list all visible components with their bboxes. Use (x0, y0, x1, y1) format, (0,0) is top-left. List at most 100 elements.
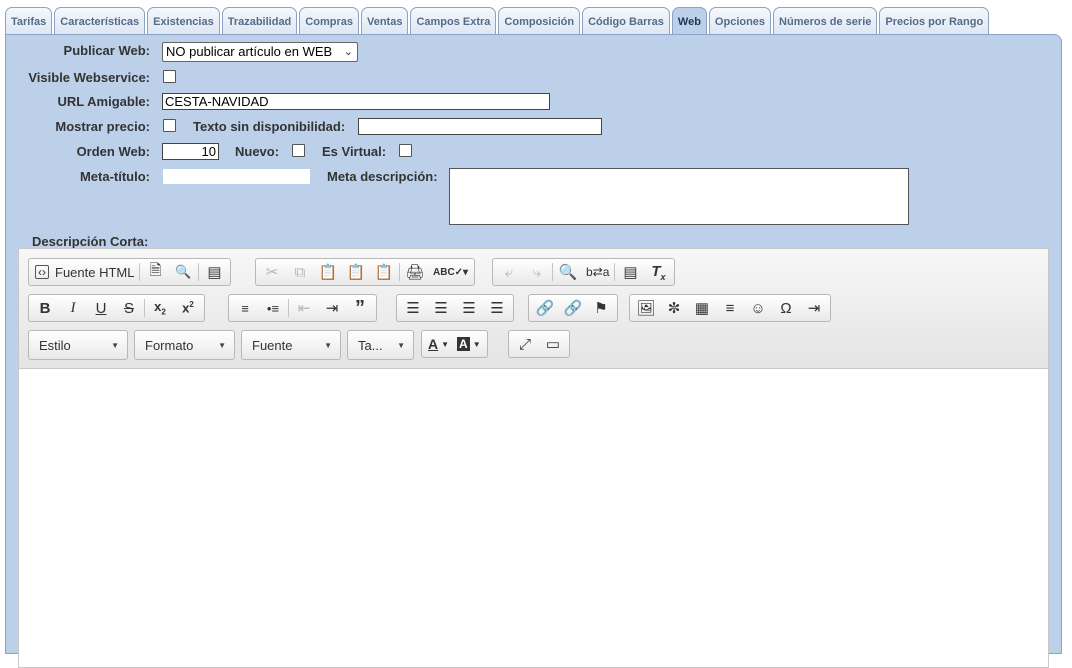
indent-button[interactable]: ⇥ (318, 296, 346, 320)
publicar-web-selected-value: NO publicar artículo en WEB (166, 44, 333, 59)
find-button[interactable]: 🔍 (554, 260, 582, 284)
italic-button[interactable]: I (59, 296, 87, 320)
visible-webservice-checkbox[interactable] (163, 70, 176, 83)
superscript-button[interactable]: x2 (174, 296, 202, 320)
select-all-button[interactable]: ▤ (616, 260, 644, 284)
link-button[interactable]: 🔗 (531, 296, 559, 320)
paste-button[interactable]: 📋 (314, 260, 342, 284)
page-break-button[interactable]: ⇥ (800, 296, 828, 320)
meta-descripcion-textarea[interactable] (449, 168, 909, 225)
outdent-button[interactable]: ⇤ (290, 296, 318, 320)
paste-text-icon: 📋 (346, 264, 366, 281)
dropdown-arrow-icon: ▼ (472, 339, 481, 349)
redo-button[interactable]: ⤷ (523, 260, 551, 284)
remove-format-icon: Tx (651, 262, 666, 282)
omega-icon: Ω (780, 299, 792, 317)
tab-compras[interactable]: Compras (299, 7, 359, 35)
visible-webservice-label: Visible Webservice: (28, 70, 150, 85)
subscript-button[interactable]: x2 (146, 296, 174, 320)
dropdown-arrow-icon: ▼ (324, 340, 332, 350)
remove-format-button[interactable]: Tx (644, 260, 672, 284)
edit-group: ⤶ ⤷ 🔍 b⇄a ▤ Tx (492, 258, 676, 286)
editor-content-area[interactable] (19, 370, 1048, 667)
image-button[interactable]: 🖼 (632, 296, 660, 320)
print-button[interactable]: 🖨 (401, 260, 429, 284)
paste-text-button[interactable]: 📋 (342, 260, 370, 284)
background-color-button[interactable]: A ▼ (453, 332, 485, 356)
unlink-button[interactable]: 🔗 (559, 296, 587, 320)
templates-button[interactable]: ▤ (200, 260, 228, 284)
tab-web[interactable]: Web (671, 7, 707, 36)
editor-toolbar: ‹› Fuente HTML 🗎 🔍 ▤ ✂ ⧉ 📋 📋 📋 🖨 ABC✓▾ ⤶… (19, 249, 1048, 369)
tab-existencias[interactable]: Existencias (147, 7, 220, 35)
tab-ventas[interactable]: Ventas (360, 7, 409, 35)
tab-código-barras[interactable]: Código Barras (582, 7, 670, 35)
underline-button[interactable]: U (87, 296, 115, 320)
redo-icon: ⤷ (532, 263, 542, 281)
style-combo[interactable]: Estilo ▼ (28, 330, 128, 360)
descripcion-corta-label: Descripción Corta: (32, 234, 149, 249)
tab-trazabilidad[interactable]: Trazabilidad (221, 7, 298, 35)
show-blocks-button[interactable]: ▭ (539, 332, 567, 356)
special-char-button[interactable]: Ω (772, 296, 800, 320)
meta-descripcion-label: Meta descripción: (327, 169, 438, 184)
tab-precios-por-rango[interactable]: Precios por Rango (879, 7, 990, 35)
justify-button[interactable]: ☰ (483, 296, 511, 320)
mostrar-precio-checkbox[interactable] (163, 119, 176, 132)
publicar-web-select[interactable]: NO publicar artículo en WEB ⌄ (162, 42, 358, 62)
bulleted-list-button[interactable]: •≡ (259, 296, 287, 320)
flash-icon: ✼ (667, 300, 681, 317)
maximize-button[interactable]: ⤢ (511, 332, 539, 356)
anchor-button[interactable]: ⚑ (587, 296, 615, 320)
numbered-list-button[interactable]: ≡ (231, 296, 259, 320)
cut-icon: ✂ (265, 264, 279, 281)
replace-button[interactable]: b⇄a (582, 260, 613, 284)
tab-campos-extra[interactable]: Campos Extra (410, 7, 497, 35)
clipboard-group: ✂ ⧉ 📋 📋 📋 🖨 ABC✓▾ (255, 258, 476, 286)
tab-números-de-serie[interactable]: Números de serie (773, 7, 878, 35)
url-amigable-input[interactable] (162, 93, 550, 110)
tab-opciones[interactable]: Opciones (708, 7, 772, 35)
blockquote-icon: ” (355, 296, 365, 319)
align-center-icon: ☰ (434, 300, 448, 317)
meta-titulo-input[interactable] (162, 168, 311, 185)
align-center-button[interactable]: ☰ (427, 296, 455, 320)
texto-sin-disponibilidad-input[interactable] (358, 118, 602, 135)
orden-web-input[interactable] (162, 143, 219, 160)
es-virtual-checkbox[interactable] (399, 144, 412, 157)
tab-características[interactable]: Características (54, 7, 146, 35)
nuevo-checkbox[interactable] (292, 144, 305, 157)
format-combo[interactable]: Formato ▼ (134, 330, 235, 360)
new-page-button[interactable]: 🗎 (141, 260, 169, 284)
copy-button[interactable]: ⧉ (286, 260, 314, 284)
colors-group: A ▼ A ▼ (421, 330, 488, 358)
blockquote-button[interactable]: ” (346, 296, 374, 320)
cut-button[interactable]: ✂ (258, 260, 286, 284)
tab-tarifas[interactable]: Tarifas (5, 7, 53, 35)
align-left-button[interactable]: ☰ (399, 296, 427, 320)
text-color-button[interactable]: A ▼ (424, 332, 453, 356)
smiley-button[interactable]: ☺ (744, 296, 772, 320)
source-button[interactable]: ‹› Fuente HTML (31, 260, 138, 284)
undo-button[interactable]: ⤶ (495, 260, 523, 284)
indent-icon: ⇥ (325, 300, 339, 317)
tools-group: ⤢ ▭ (508, 330, 570, 358)
font-combo[interactable]: Fuente ▼ (241, 330, 341, 360)
font-size-combo-label: Ta... (358, 337, 383, 353)
replace-icon: b⇄a (586, 265, 610, 279)
subscript-icon: x2 (154, 299, 166, 317)
flash-button[interactable]: ✼ (660, 296, 688, 320)
font-size-combo[interactable]: Ta... ▼ (347, 330, 414, 360)
table-button[interactable]: ▦ (688, 296, 716, 320)
dropdown-arrow-icon: ▼ (441, 339, 450, 349)
strike-button[interactable]: S (115, 296, 143, 320)
spellcheck-button[interactable]: ABC✓▾ (429, 260, 472, 284)
preview-button[interactable]: 🔍 (169, 260, 197, 284)
horizontal-line-button[interactable]: ≡ (716, 296, 744, 320)
paste-word-button[interactable]: 📋 (370, 260, 398, 284)
separator (552, 263, 553, 281)
align-right-button[interactable]: ☰ (455, 296, 483, 320)
tab-composición[interactable]: Composición (498, 7, 581, 35)
bold-button[interactable]: B (31, 296, 59, 320)
separator (139, 263, 141, 281)
